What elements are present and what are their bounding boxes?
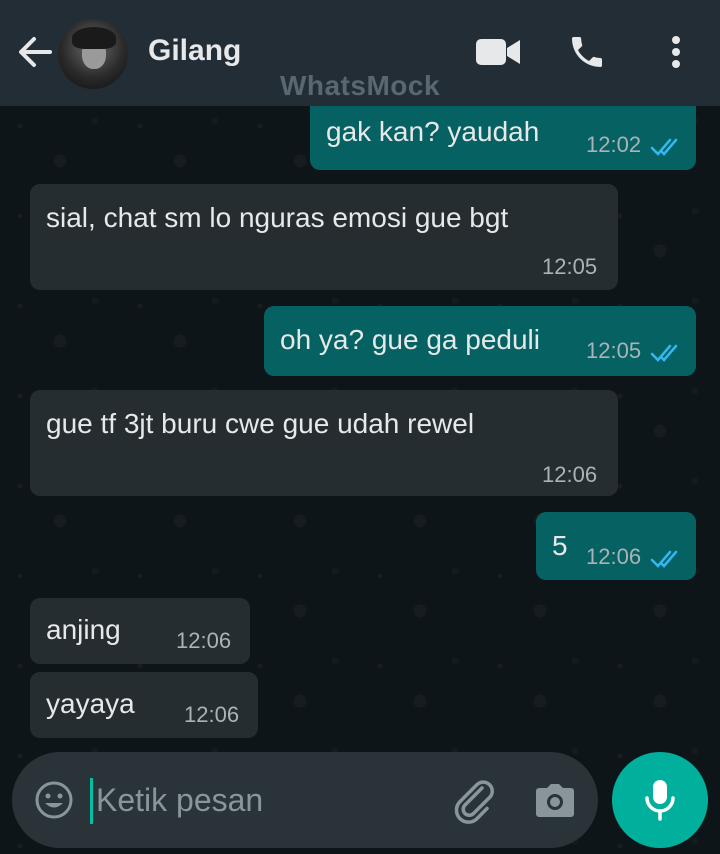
message-incoming[interactable]: gue tf 3jt buru cwe gue udah rewel 12:06: [30, 390, 618, 496]
emoji-icon[interactable]: [34, 780, 74, 820]
message-time: 12:05: [586, 338, 642, 363]
message-time: 12:06: [586, 544, 642, 569]
message-outgoing[interactable]: gak kan? yaudah 12:02: [310, 96, 696, 170]
message-time: 12:06: [542, 462, 598, 487]
message-time: 12:06: [176, 628, 232, 653]
phone-icon[interactable]: [563, 30, 611, 74]
more-options-icon[interactable]: [652, 30, 700, 74]
message-time: 12:05: [542, 254, 598, 279]
message-time: 12:02: [586, 132, 642, 157]
message-incoming[interactable]: sial, chat sm lo nguras emosi gue bgt 12…: [30, 184, 618, 290]
read-receipt-icon: [650, 544, 682, 576]
message-input[interactable]: Ketik pesan: [96, 782, 263, 819]
message-text: yayaya: [46, 688, 135, 719]
video-call-icon[interactable]: [474, 30, 522, 74]
chat-header: Gilang WhatsMock: [0, 0, 720, 106]
message-time: 12:06: [184, 702, 240, 727]
message-text: sial, chat sm lo nguras emosi gue bgt: [46, 202, 509, 233]
message-text: anjing: [46, 614, 121, 645]
message-outgoing[interactable]: 5 12:06: [536, 512, 696, 580]
message-text: gak kan? yaudah: [326, 116, 540, 147]
message-text: gue tf 3jt buru cwe gue udah rewel: [46, 408, 475, 439]
message-outgoing[interactable]: oh ya? gue ga peduli 12:05: [264, 306, 696, 376]
message-incoming[interactable]: yayaya 12:06: [30, 672, 258, 738]
watermark: WhatsMock: [279, 70, 441, 101]
message-composer[interactable]: Ketik pesan: [12, 752, 598, 848]
text-cursor: [90, 778, 93, 824]
read-receipt-icon: [650, 132, 682, 164]
message-incoming[interactable]: anjing 12:06: [30, 598, 250, 664]
mic-button[interactable]: [612, 752, 708, 848]
attach-icon[interactable]: [452, 778, 498, 824]
contact-name[interactable]: Gilang: [148, 34, 241, 68]
message-text: oh ya? gue ga peduli: [280, 324, 540, 355]
back-arrow-icon[interactable]: [12, 30, 56, 74]
message-text: 5: [552, 530, 568, 561]
mic-icon: [645, 780, 675, 821]
read-receipt-icon: [650, 338, 682, 370]
camera-icon[interactable]: [532, 778, 578, 824]
